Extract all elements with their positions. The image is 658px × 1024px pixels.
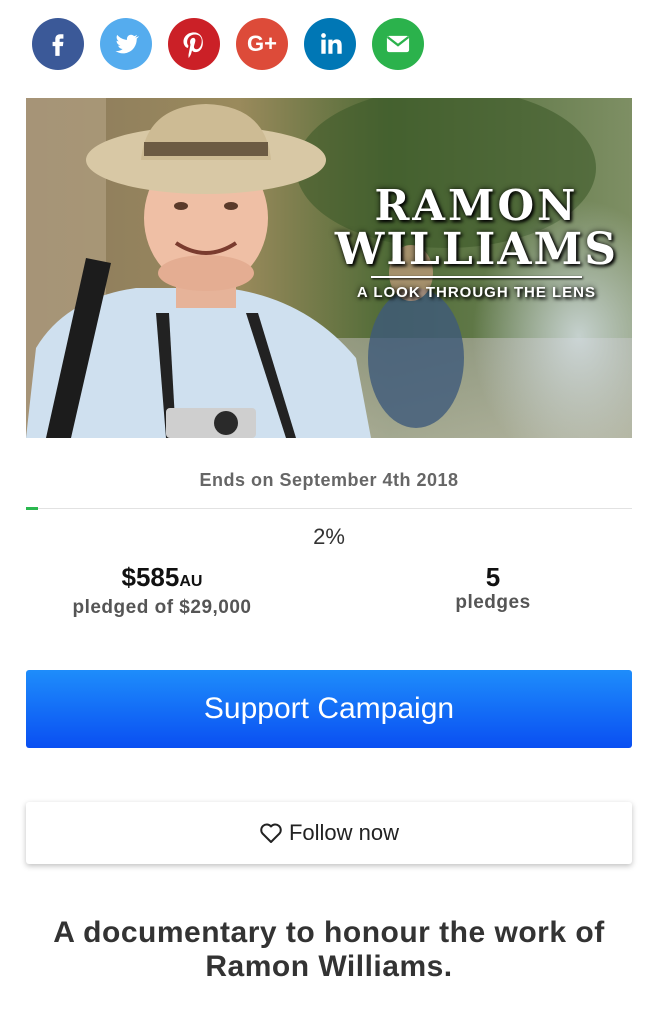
envelope-icon (386, 35, 410, 53)
pinterest-share-button[interactable] (168, 18, 220, 70)
pledges-count: 5 (485, 562, 501, 592)
funding-progress-fill (26, 507, 39, 510)
heart-icon (260, 823, 282, 843)
pledged-goal-text: pledged of $29,000 (72, 597, 252, 618)
twitter-share-button[interactable] (100, 18, 152, 70)
pledges-count-stat: 5 pledges (400, 562, 586, 614)
share-bar: G+ (32, 18, 424, 70)
pledged-amount-value: $585 (121, 562, 180, 592)
funding-percent: 2% (313, 524, 345, 549)
hero-subtitle: A LOOK THROUGH THE LENS (356, 284, 597, 301)
funding-progress-bar (26, 507, 632, 510)
linkedin-share-button[interactable] (304, 18, 356, 70)
hero-title-rule (370, 276, 582, 278)
hero-title-line1: RAMON (374, 181, 579, 230)
campaign-end-date: Ends on September 4th 2018 (199, 470, 459, 490)
hero-title-line2: WILLIAMS (334, 224, 618, 275)
google-plus-icon: G+ (247, 31, 277, 56)
amount-pledged-stat: $585AU pledged of $29,000 (40, 562, 284, 619)
pledges-label: pledges (455, 592, 531, 613)
campaign-tagline: A documentary to honour the work of Ramo… (53, 916, 605, 983)
hero-title-overlay: RAMON WILLIAMS A LOOK THROUGH THE LENS (334, 181, 618, 302)
facebook-share-button[interactable] (32, 18, 84, 70)
support-campaign-button[interactable]: Support Campaign (26, 670, 632, 748)
currency-label: AU (179, 573, 203, 590)
pledged-amount: $585AU (40, 562, 284, 597)
google-plus-share-button[interactable]: G+ (236, 18, 288, 70)
campaign-hero-image: RAMON WILLIAMS A LOOK THROUGH THE LENS (26, 98, 632, 438)
twitter-icon (115, 34, 140, 54)
pinterest-icon (183, 32, 203, 58)
linkedin-icon (321, 33, 342, 54)
follow-label: Follow now (288, 820, 400, 845)
email-share-button[interactable] (372, 18, 424, 70)
follow-button[interactable]: Follow now (26, 802, 632, 864)
facebook-icon (52, 34, 64, 56)
